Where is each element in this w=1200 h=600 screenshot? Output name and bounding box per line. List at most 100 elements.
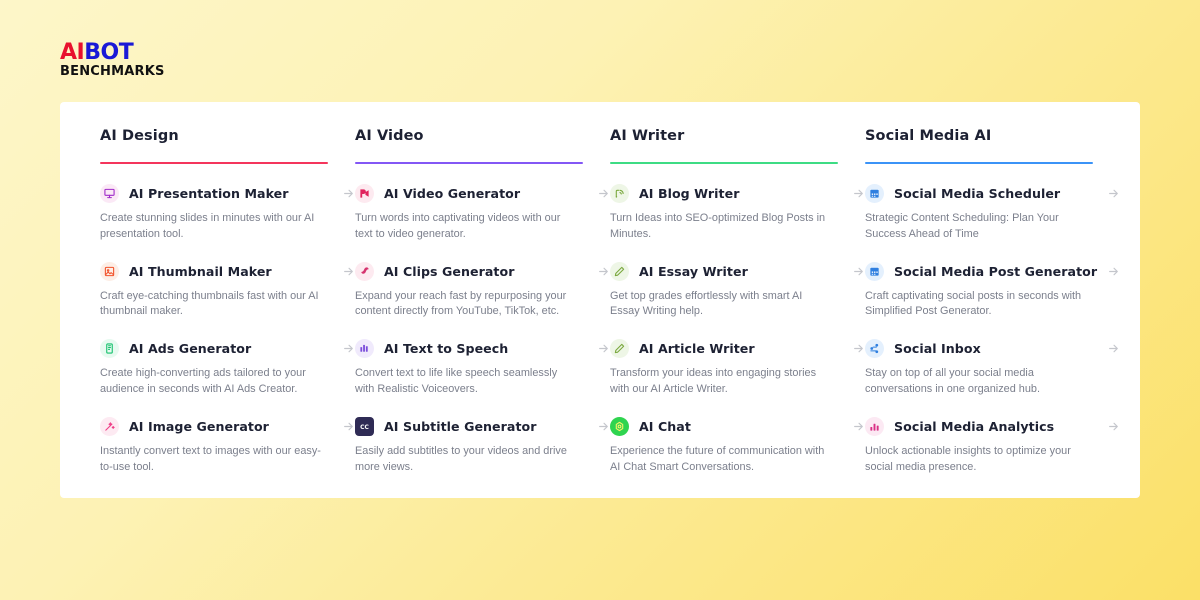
tool-item-row[interactable]: AI Ads Generator <box>100 339 355 359</box>
svg-text:CC: CC <box>360 424 369 431</box>
arrow-right-icon[interactable] <box>342 420 355 433</box>
tool-item-row[interactable]: Social Media Analytics <box>865 416 1120 436</box>
tool-column-ai-writer: AI Writer AI Blog Writer Turn Ideas into S… <box>610 128 865 498</box>
tool-item-row[interactable]: Social Media Post Generator <box>865 261 1120 281</box>
tool-list: Social Media Scheduler Strategic Content … <box>865 184 1120 476</box>
arrow-right-icon[interactable] <box>852 342 865 355</box>
arrow-right-icon[interactable] <box>1107 420 1120 433</box>
arrow-right-icon[interactable] <box>597 342 610 355</box>
tool-item-title: AI Thumbnail Maker <box>129 263 272 279</box>
tool-item-title: AI Blog Writer <box>639 186 740 201</box>
tool-item-title: AI Presentation Maker <box>129 186 289 201</box>
tool-item[interactable]: CC AI Subtitle Generator Easily add subtit… <box>355 416 610 476</box>
arrow-right-icon[interactable] <box>342 265 355 278</box>
tool-item[interactable]: Social Inbox Stay on top of all your soci… <box>865 339 1120 398</box>
tool-item-title: Social Media Post Generator <box>894 263 1098 279</box>
tool-item-description: Easily add subtitles to your videos and … <box>355 444 567 473</box>
tool-item-description: Instantly convert text to images with ou… <box>100 444 321 473</box>
tool-item-row[interactable]: AI Text to Speech <box>355 339 610 359</box>
column-heading: AI Design <box>100 128 179 144</box>
arrow-right-icon[interactable] <box>1107 265 1120 278</box>
tool-item[interactable]: Social Media Scheduler Strategic Content … <box>865 184 1120 243</box>
tool-item-description: Turn Ideas into SEO-optimized Blog Posts… <box>610 212 826 240</box>
ads-mobile-icon <box>100 339 119 359</box>
tool-item-row[interactable]: AI Article Writer <box>610 339 865 359</box>
tool-item-row[interactable]: CC AI Subtitle Generator <box>355 416 610 436</box>
tool-item[interactable]: AI Ads Generator Create high-converting a… <box>100 339 355 398</box>
tool-item-row[interactable]: AI Essay Writer <box>610 261 865 281</box>
column-underline <box>355 162 583 164</box>
tool-item-row[interactable]: Social Inbox <box>865 339 1120 359</box>
blog-rss-icon <box>610 184 629 203</box>
tool-item-description: Get top grades effortlessly with smart A… <box>610 289 803 318</box>
tool-item-row[interactable]: AI Image Generator <box>100 416 355 436</box>
tool-item-title: AI Essay Writer <box>639 263 748 279</box>
arrow-right-icon[interactable] <box>597 420 610 433</box>
video-generator-icon <box>355 184 374 203</box>
column-underline <box>100 162 328 164</box>
tool-item-title: Social Media Analytics <box>894 418 1055 434</box>
logo-text-benchmarks: BENCHMARKS <box>60 64 165 79</box>
tool-item-title: Social Media Scheduler <box>894 186 1061 201</box>
tool-item-description: Create high-converting ads tailored to y… <box>100 367 306 396</box>
tool-item[interactable]: Social Media Post Generator Craft captiva… <box>865 261 1120 321</box>
tool-item-row[interactable]: AI Chat <box>610 416 865 436</box>
logo-text-ai: AI <box>60 40 85 65</box>
tool-item[interactable]: AI Image Generator Instantly convert text… <box>100 416 355 476</box>
arrow-right-icon[interactable] <box>852 187 865 200</box>
tool-list: AI Blog Writer Turn Ideas into SEO-optimi… <box>610 184 865 476</box>
arrow-right-icon[interactable] <box>852 420 865 433</box>
arrow-right-icon[interactable] <box>342 342 355 355</box>
tool-item-row[interactable]: AI Clips Generator <box>355 261 610 281</box>
tool-item[interactable]: AI Clips Generator Expand your reach fast… <box>355 261 610 321</box>
arrow-right-icon[interactable] <box>852 265 865 278</box>
tool-item-row[interactable]: AI Video Generator <box>355 184 610 203</box>
tool-item-description: Craft captivating social posts in second… <box>865 289 1082 318</box>
arrow-right-icon[interactable] <box>597 187 610 200</box>
pencil-icon <box>610 339 629 359</box>
tool-item[interactable]: AI Essay Writer Get top grades effortless… <box>610 261 865 321</box>
tool-item-row[interactable]: AI Thumbnail Maker <box>100 261 355 281</box>
tool-item-title: AI Ads Generator <box>129 341 252 357</box>
tool-item[interactable]: AI Video Generator Turn words into captiv… <box>355 184 610 243</box>
tool-item-title: AI Article Writer <box>639 341 755 357</box>
tool-item[interactable]: AI Presentation Maker Create stunning sli… <box>100 184 355 243</box>
tool-item-description: Stay on top of all your social media con… <box>865 367 1040 396</box>
tool-item-description: Expand your reach fast by repurposing yo… <box>355 289 567 318</box>
calendar-icon <box>865 261 884 281</box>
column-underline <box>865 162 1093 164</box>
tool-item[interactable]: AI Blog Writer Turn Ideas into SEO-optimi… <box>610 184 865 243</box>
tool-item[interactable]: AI Thumbnail Maker Craft eye-catching thu… <box>100 261 355 321</box>
tool-item-title: Social Inbox <box>894 341 981 357</box>
tool-item-description: Create stunning slides in minutes with o… <box>100 212 315 240</box>
tool-item-description: Transform your ideas into engaging stori… <box>610 367 817 396</box>
logo-top-line: AIBOT <box>60 42 165 64</box>
tool-item-title: AI Clips Generator <box>384 263 515 279</box>
tool-item-title: AI Chat <box>639 418 691 434</box>
tool-column-ai-design: AI Design AI Presentation Maker Create stu… <box>100 128 355 498</box>
arrow-right-icon[interactable] <box>1107 342 1120 355</box>
column-heading: AI Video <box>355 128 424 144</box>
logo-text-bot: BOT <box>84 40 134 65</box>
tool-item-title: AI Text to Speech <box>384 341 509 357</box>
column-underline <box>610 162 838 164</box>
thumbnail-image-icon <box>100 261 119 281</box>
tool-item-description: Experience the future of communication w… <box>610 444 825 473</box>
arrow-right-icon[interactable] <box>1107 187 1120 200</box>
tool-item-row[interactable]: AI Blog Writer <box>610 184 865 203</box>
tool-item[interactable]: Social Media Analytics Unlock actionable … <box>865 416 1120 476</box>
clips-scissor-icon <box>355 261 374 281</box>
column-heading: Social Media AI <box>865 128 992 144</box>
tool-item-row[interactable]: AI Presentation Maker <box>100 184 355 203</box>
column-heading: AI Writer <box>610 128 685 144</box>
tool-column-social-media-ai: Social Media AI Social Media Scheduler Str… <box>865 128 1120 498</box>
tool-column-ai-video: AI Video AI Video Generator Turn words int… <box>355 128 610 498</box>
tool-item[interactable]: AI Text to Speech Convert text to life li… <box>355 339 610 398</box>
arrow-right-icon[interactable] <box>597 265 610 278</box>
tool-item-row[interactable]: Social Media Scheduler <box>865 184 1120 203</box>
site-logo[interactable]: AIBOT BENCHMARKS <box>60 42 165 79</box>
arrow-right-icon[interactable] <box>342 187 355 200</box>
tool-item[interactable]: AI Article Writer Transform your ideas in… <box>610 339 865 398</box>
tool-item-description: Craft eye-catching thumbnails fast with … <box>100 289 319 318</box>
tool-item[interactable]: AI Chat Experience the future of communic… <box>610 416 865 476</box>
